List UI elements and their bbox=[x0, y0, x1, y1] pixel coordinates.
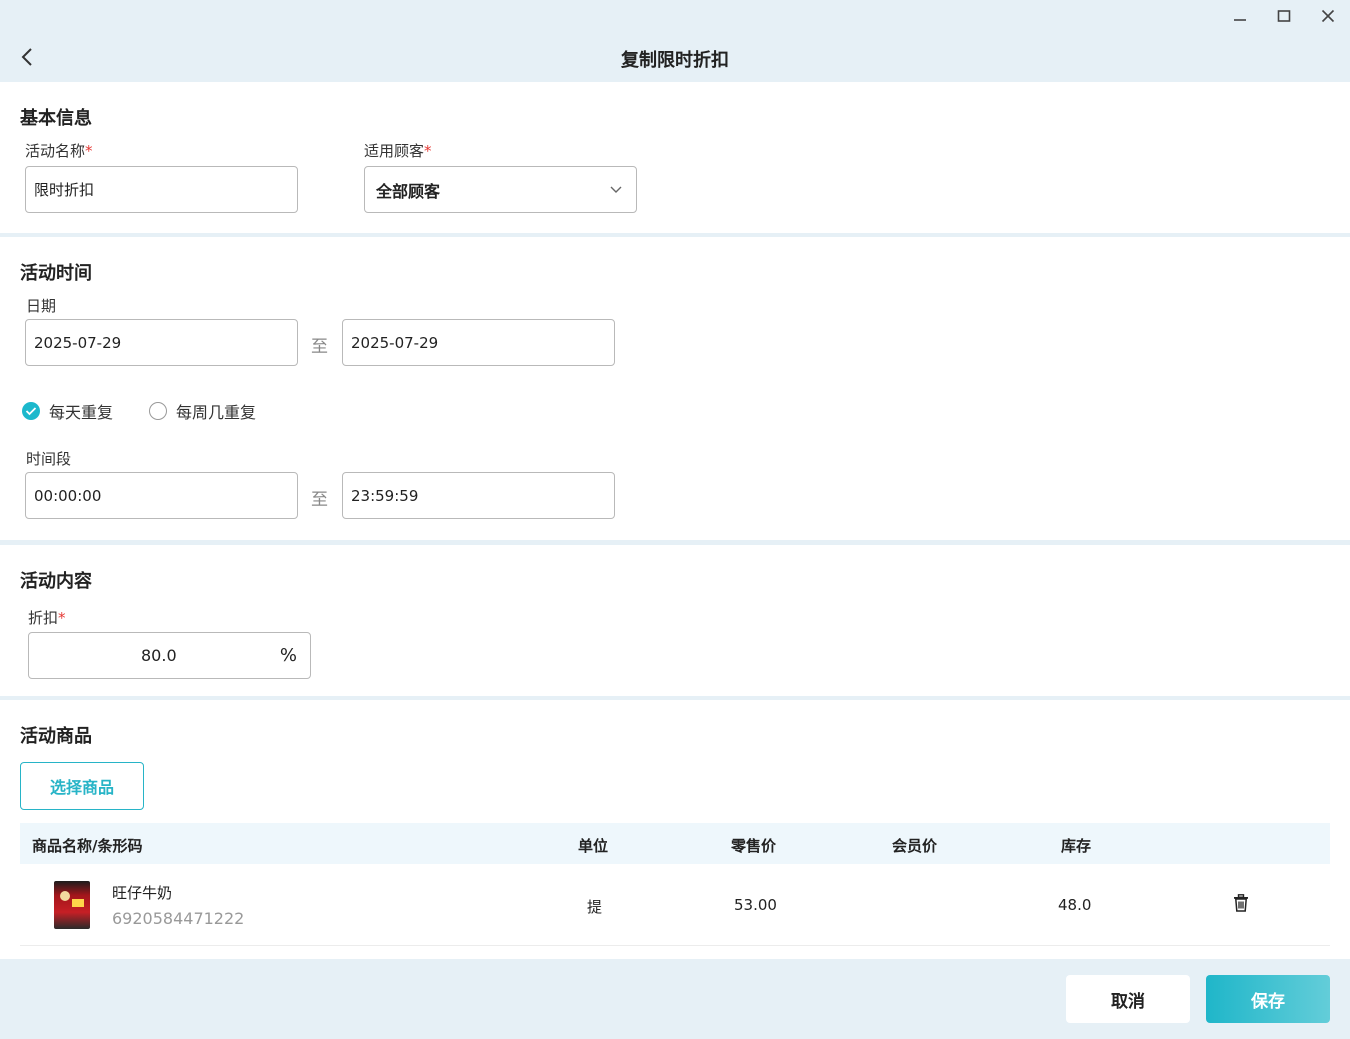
product-name: 旺仔牛奶 bbox=[112, 884, 173, 902]
activity-time-section: 活动时间 日期 2025-07-29 至 2025-07-29 每天重复 每周几… bbox=[0, 237, 1350, 540]
save-button[interactable]: 保存 bbox=[1206, 975, 1330, 1023]
chevron-down-icon bbox=[610, 186, 622, 193]
activity-content-title: 活动内容 bbox=[20, 571, 92, 592]
minimize-button[interactable] bbox=[1226, 4, 1254, 28]
col-unit: 单位 bbox=[578, 837, 609, 855]
product-thumbnail bbox=[54, 881, 90, 929]
discount-unit: % bbox=[279, 645, 297, 666]
maximize-button[interactable] bbox=[1270, 4, 1298, 28]
required-mark: * bbox=[424, 142, 432, 160]
activity-time-title: 活动时间 bbox=[20, 263, 92, 284]
activity-name-label: 活动名称* bbox=[25, 142, 93, 160]
activity-name-input[interactable]: 限时折扣 bbox=[25, 166, 298, 213]
table-row: 旺仔牛奶 6920584471222 提 53.00 48.0 bbox=[20, 864, 1330, 946]
discount-label: 折扣* bbox=[28, 609, 66, 627]
trash-icon bbox=[1234, 894, 1248, 912]
activity-goods-title: 活动商品 bbox=[20, 726, 92, 747]
required-mark: * bbox=[58, 609, 66, 627]
date-label: 日期 bbox=[26, 297, 57, 315]
page-title: 复制限时折扣 bbox=[621, 50, 729, 71]
radio-unchecked-icon bbox=[149, 402, 167, 420]
product-retail-price: 53.00 bbox=[734, 896, 777, 914]
title-bar: 复制限时折扣 bbox=[0, 0, 1350, 82]
delete-row-button[interactable] bbox=[1233, 894, 1249, 916]
close-button[interactable] bbox=[1314, 4, 1342, 28]
col-retail-price: 零售价 bbox=[731, 837, 777, 855]
start-time-input[interactable]: 00:00:00 bbox=[25, 472, 298, 519]
end-date-input[interactable]: 2025-07-29 bbox=[342, 319, 615, 366]
basic-info-title: 基本信息 bbox=[20, 108, 92, 129]
period-label: 时间段 bbox=[26, 450, 72, 468]
customer-select[interactable]: 全部顾客 bbox=[364, 166, 637, 213]
repeat-daily-radio[interactable]: 每天重复 bbox=[22, 399, 113, 423]
time-range-separator: 至 bbox=[311, 490, 328, 510]
required-mark: * bbox=[85, 142, 93, 160]
col-stock: 库存 bbox=[1061, 837, 1092, 855]
end-time-input[interactable]: 23:59:59 bbox=[342, 472, 615, 519]
footer-bar: 取消 保存 bbox=[0, 959, 1350, 1039]
close-icon bbox=[1321, 9, 1335, 23]
product-unit: 提 bbox=[587, 898, 603, 916]
maximize-icon bbox=[1277, 10, 1291, 22]
repeat-weekly-radio[interactable]: 每周几重复 bbox=[149, 399, 256, 423]
cancel-button[interactable]: 取消 bbox=[1066, 975, 1190, 1023]
col-name: 商品名称/条形码 bbox=[32, 837, 143, 855]
col-member-price: 会员价 bbox=[892, 837, 938, 855]
product-barcode: 6920584471222 bbox=[112, 909, 245, 928]
customer-label: 适用顾客* bbox=[364, 142, 432, 160]
activity-content-section: 活动内容 折扣* 80.0 % bbox=[0, 545, 1350, 696]
discount-input[interactable]: 80.0 % bbox=[28, 632, 311, 679]
product-stock: 48.0 bbox=[1058, 896, 1092, 914]
minimize-icon bbox=[1234, 19, 1246, 21]
basic-info-section: 基本信息 活动名称* 限时折扣 适用顾客* 全部顾客 bbox=[0, 82, 1350, 233]
goods-table-header: 商品名称/条形码 单位 零售价 会员价 库存 bbox=[20, 823, 1330, 864]
date-range-separator: 至 bbox=[311, 337, 328, 357]
select-goods-button[interactable]: 选择商品 bbox=[20, 762, 144, 810]
start-date-input[interactable]: 2025-07-29 bbox=[25, 319, 298, 366]
activity-goods-section: 活动商品 选择商品 商品名称/条形码 单位 零售价 会员价 库存 旺仔牛奶 69… bbox=[0, 700, 1350, 959]
radio-checked-icon bbox=[22, 402, 40, 420]
